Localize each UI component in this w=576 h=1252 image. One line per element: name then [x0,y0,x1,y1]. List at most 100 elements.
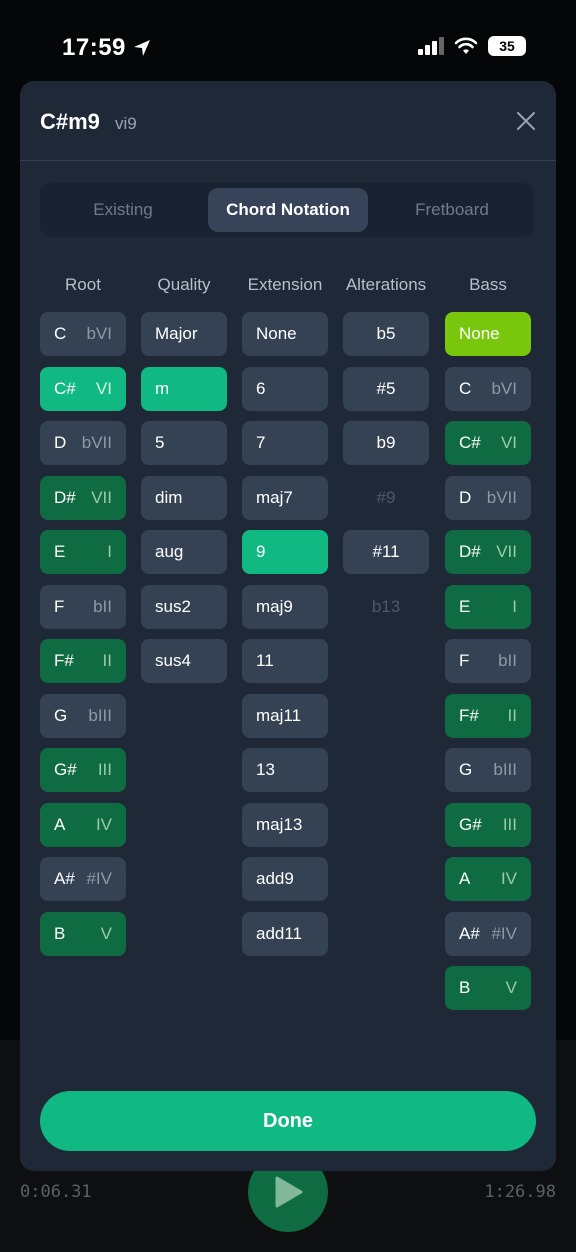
bass-option[interactable]: BV [445,966,531,1010]
chip-degree: I [107,542,112,561]
screen: 17:59 35 0:06.31 1:26.98 C#m9 vi9 Existi… [0,0,576,1252]
chip-label: F [54,597,65,616]
extension-option[interactable]: add11 [242,912,328,956]
bass-option[interactable]: CbVI [445,367,531,411]
chip-label: D# [459,542,481,561]
alteration-option[interactable]: #11 [343,530,429,574]
quality-option[interactable]: dim [141,476,227,520]
root-option[interactable]: A IV [40,803,126,847]
chip-label: G# [54,760,77,779]
root-option[interactable]: C# VI [40,367,126,411]
wifi-icon [454,37,478,54]
column-header-alterations: Alterations [345,275,427,294]
root-option[interactable]: D# VII [40,476,126,520]
tab-fretboard[interactable]: Fretboard [378,188,526,232]
extension-option[interactable]: 11 [242,639,328,683]
root-option[interactable]: DbVII [40,421,126,465]
chip-label: C# [54,379,76,398]
extension-option[interactable]: None [242,312,328,356]
bass-option[interactable]: F# II [445,694,531,738]
chip-label: m [155,379,170,398]
chip-label: G# [459,815,482,834]
quality-option[interactable]: aug [141,530,227,574]
chip-degree: I [512,597,517,616]
chip-label: #9 [376,488,396,507]
chip-label: G [459,760,473,779]
chip-degree: IV [95,815,112,834]
close-button[interactable] [512,107,540,135]
chip-degree: V [100,924,112,943]
extension-option[interactable]: 7 [242,421,328,465]
root-option[interactable]: F# II [40,639,126,683]
location-arrow-icon [133,40,150,56]
chip-label: None [256,324,297,343]
root-option[interactable]: BV [40,912,126,956]
done-button[interactable]: Done [40,1091,536,1151]
bass-option[interactable]: A# #IV [445,912,531,956]
chip-label: A# [54,869,75,888]
bass-option[interactable]: FbII [445,639,531,683]
chip-label: #5 [376,379,396,398]
alteration-option[interactable]: #9 [343,476,429,520]
bass-option[interactable]: C# VI [445,421,531,465]
quality-option[interactable]: m [141,367,227,411]
bass-option[interactable]: A IV [445,857,531,901]
chip-degree: bVII [486,488,517,507]
chip-degree: bVII [81,433,112,452]
chip-degree: VI [500,433,517,452]
bass-option[interactable]: DbVII [445,476,531,520]
close-icon [517,112,535,130]
bass-option[interactable]: GbIII [445,748,531,792]
chip-label: b5 [376,324,396,343]
root-option[interactable]: A# #IV [40,857,126,901]
chip-label: A [54,815,66,834]
extension-option[interactable]: 9 [242,530,328,574]
chip-label: B [54,924,66,943]
alteration-option[interactable]: b5 [343,312,429,356]
quality-option[interactable]: sus4 [141,639,227,683]
extension-option[interactable]: 13 [242,748,328,792]
tab-chord-notation[interactable]: Chord Notation [208,188,368,232]
tab-existing[interactable]: Existing [48,188,198,232]
chip-label: None [459,324,500,343]
chip-label: #11 [372,542,400,561]
chip-label: 11 [256,651,274,670]
quality-option[interactable]: 5 [141,421,227,465]
chip-label: B [459,978,471,997]
chip-label: D [459,488,472,507]
bass-option[interactable]: D# VII [445,530,531,574]
system-icons: 35 [418,36,526,56]
chip-degree: III [502,815,517,834]
bass-option-none[interactable]: None [445,312,531,356]
alteration-option[interactable]: b13 [343,585,429,629]
root-option[interactable]: G# III [40,748,126,792]
extension-option[interactable]: 6 [242,367,328,411]
chip-label: F# [459,706,479,725]
bass-option[interactable]: EI [445,585,531,629]
bass-option[interactable]: G# III [445,803,531,847]
root-option[interactable]: FbII [40,585,126,629]
chip-degree: bII [93,597,112,616]
column-header-bass: Bass [469,275,507,294]
extension-option[interactable]: maj7 [242,476,328,520]
extension-option[interactable]: add9 [242,857,328,901]
extension-option[interactable]: maj11 [242,694,328,738]
column-header-extension: Extension [247,275,323,294]
quality-option[interactable]: Major [141,312,227,356]
chip-label: G [54,706,68,725]
chip-label: dim [155,488,183,507]
root-option[interactable]: EI [40,530,126,574]
chip-label: 6 [256,379,266,398]
quality-option[interactable]: sus2 [141,585,227,629]
root-option[interactable]: CbVI [40,312,126,356]
alteration-option[interactable]: #5 [343,367,429,411]
alteration-option[interactable]: b9 [343,421,429,465]
extension-option[interactable]: maj9 [242,585,328,629]
chip-degree: bVI [86,324,112,343]
root-option[interactable]: GbIII [40,694,126,738]
chip-degree: bIII [88,706,112,725]
chip-degree: IV [500,869,517,888]
chord-degree: vi9 [115,114,137,133]
extension-option[interactable]: maj13 [242,803,328,847]
chip-label: 13 [256,760,275,779]
